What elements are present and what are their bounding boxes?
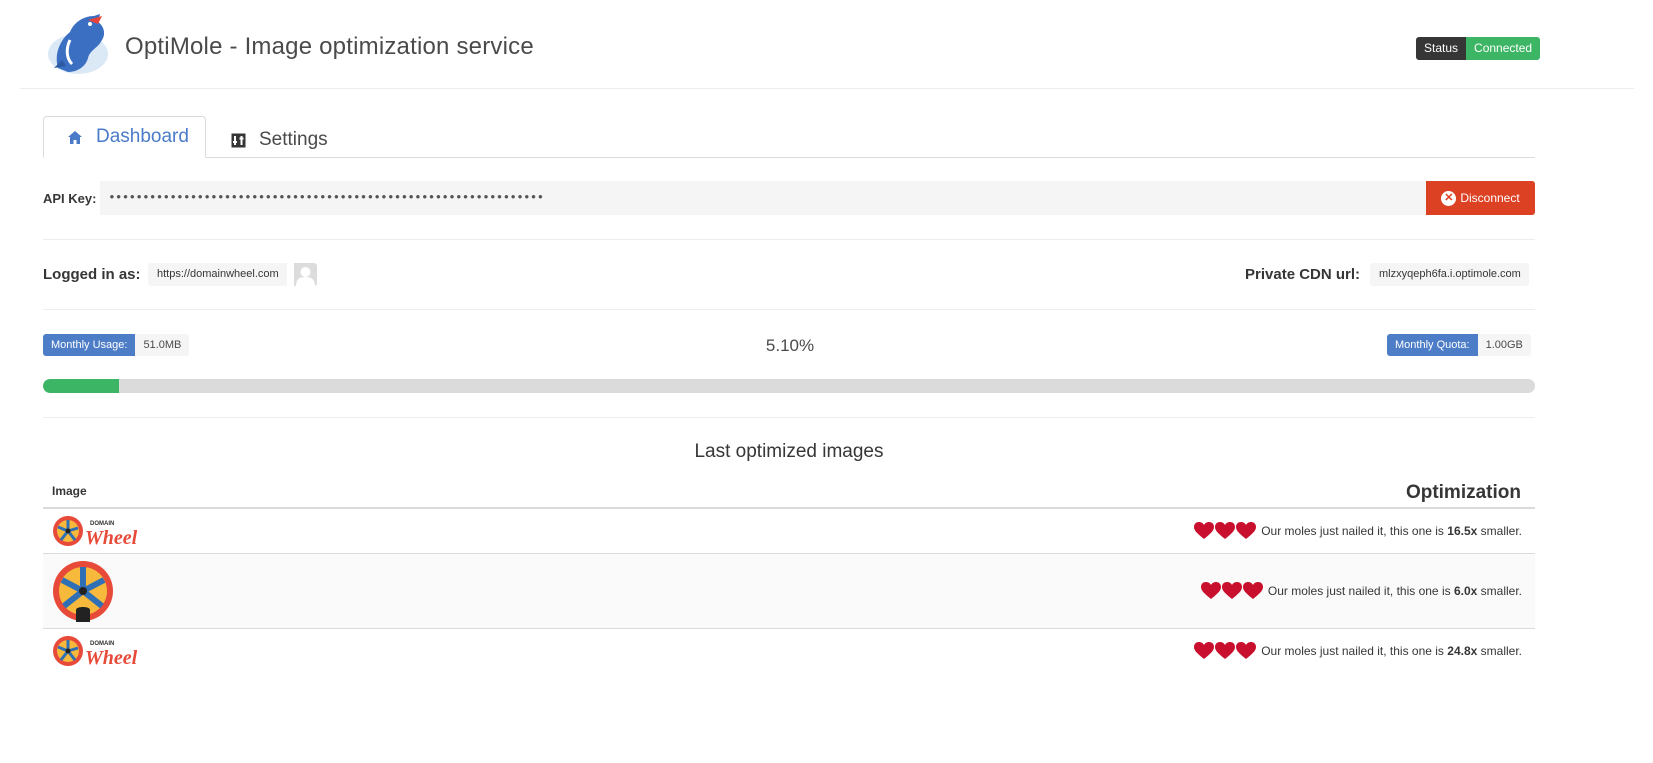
tab-settings-label: Settings xyxy=(259,129,328,150)
usage-percent: 5.10% xyxy=(765,336,815,355)
status-key: Status xyxy=(1416,37,1467,60)
optimization-result: Our moles just nailed it, this one is 16… xyxy=(1194,522,1522,540)
rating-hearts xyxy=(1194,522,1257,540)
optimization-result: Our moles just nailed it, this one is 6.… xyxy=(1200,582,1522,600)
usage-progress-bar xyxy=(43,379,1535,393)
monthly-quota-tag: Monthly Quota: 1.00GB xyxy=(1387,334,1531,356)
heart-icon xyxy=(1236,522,1257,539)
rating-hearts xyxy=(1200,582,1264,600)
svg-text:Wheel: Wheel xyxy=(85,647,138,668)
app-title: OptiMole - Image optimization service xyxy=(125,33,534,60)
header-divider xyxy=(20,88,1634,89)
heart-icon xyxy=(1200,582,1221,599)
table-title: Last optimized images xyxy=(694,441,884,462)
disconnect-button[interactable]: ✕ Disconnect xyxy=(1426,181,1535,215)
svg-text:Wheel: Wheel xyxy=(85,527,138,548)
section-divider xyxy=(43,417,1535,418)
table-row: DOMAIN Wheel Our moles just nailed it, t… xyxy=(43,509,1535,553)
optimization-prefix: Our moles just nailed it, this one is xyxy=(1261,524,1444,538)
tab-settings[interactable]: Settings xyxy=(229,119,349,161)
optimization-prefix: Our moles just nailed it, this one is xyxy=(1261,644,1444,658)
monthly-quota-label: Monthly Quota: xyxy=(1387,334,1478,356)
heart-icon xyxy=(1242,582,1263,599)
optimization-ratio: 6.0x xyxy=(1453,584,1478,598)
heart-icon xyxy=(1194,522,1215,539)
sliders-icon xyxy=(229,131,247,149)
tab-dashboard[interactable]: Dashboard xyxy=(43,116,206,158)
heart-icon xyxy=(1236,642,1257,659)
api-key-field[interactable]: ••••••••••••••••••••••••••••••••••••••••… xyxy=(100,181,1426,215)
heart-icon xyxy=(1215,522,1236,539)
column-header-optimization: Optimization xyxy=(1405,482,1521,503)
optimization-suffix: smaller. xyxy=(1480,644,1522,658)
logged-in-label: Logged in as: xyxy=(43,266,141,283)
status-value: Connected xyxy=(1466,37,1541,60)
heart-icon xyxy=(1215,642,1236,659)
logged-in-value: https://domainwheel.com xyxy=(148,263,287,286)
heart-icon xyxy=(1221,582,1242,599)
optimization-prefix: Our moles just nailed it, this one is xyxy=(1267,584,1451,598)
column-header-image: Image xyxy=(52,484,87,498)
home-icon xyxy=(66,128,84,146)
usage-progress-fill xyxy=(43,379,120,393)
domainwheel-logo-thumbnail: DOMAIN Wheel xyxy=(52,514,148,553)
table-row: Our moles just nailed it, this one is 6.… xyxy=(43,554,1535,628)
domainwheel-logo-thumbnail: DOMAIN Wheel xyxy=(52,634,148,673)
heart-icon xyxy=(1194,642,1215,659)
optimization-ratio: 16.5x xyxy=(1447,524,1478,538)
private-cdn-url: mlzxyqeph6fa.i.optimole.com xyxy=(1370,263,1529,286)
optimization-ratio: 24.8x xyxy=(1447,644,1478,658)
table-row: DOMAIN Wheel Our moles just nailed it, t… xyxy=(43,629,1535,673)
connection-status-badge: Status Connected xyxy=(1416,37,1541,60)
private-cdn-label: Private CDN url: xyxy=(1245,266,1361,283)
optimization-result: Our moles just nailed it, this one is 24… xyxy=(1194,642,1522,660)
close-circle-icon: ✕ xyxy=(1441,190,1457,206)
disconnect-label: Disconnect xyxy=(1460,191,1520,205)
tab-dashboard-label: Dashboard xyxy=(96,126,189,147)
monthly-quota-value: 1.00GB xyxy=(1477,334,1531,356)
section-divider xyxy=(43,239,1535,240)
optimole-logo xyxy=(44,10,112,76)
avatar xyxy=(294,263,317,286)
api-key-label: API Key: xyxy=(43,191,97,206)
optimization-suffix: smaller. xyxy=(1480,584,1522,598)
rating-hearts xyxy=(1194,642,1257,660)
domainwheel-wheel-thumbnail xyxy=(52,560,114,627)
optimization-suffix: smaller. xyxy=(1480,524,1522,538)
section-divider xyxy=(43,309,1535,310)
